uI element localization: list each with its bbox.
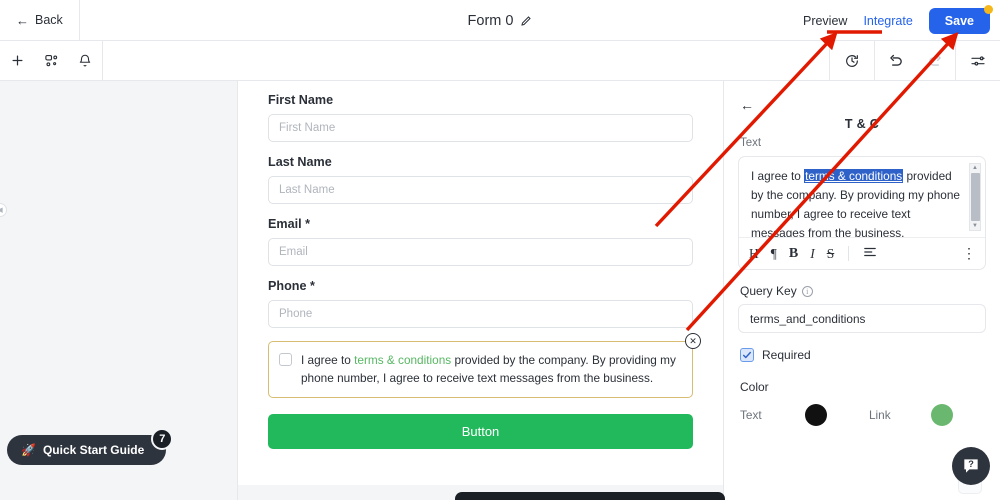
integrate-button[interactable]: Integrate: [863, 14, 912, 28]
more-options-icon[interactable]: ⋮: [962, 246, 976, 261]
help-question-icon[interactable]: ?: [952, 447, 990, 485]
phone-input[interactable]: Phone: [268, 300, 693, 328]
form-settings-icon[interactable]: [956, 41, 1000, 81]
form-field-last-name[interactable]: Last Name Last Name: [268, 155, 693, 204]
rich-text-editor: I agree to terms & conditions provided b…: [738, 156, 986, 270]
color-section-heading: Color: [740, 380, 769, 394]
field-label: Last Name: [268, 155, 332, 169]
input-placeholder: First Name: [279, 122, 336, 134]
link-color-swatch[interactable]: [931, 404, 953, 426]
info-icon[interactable]: i: [801, 285, 813, 297]
field-label: Phone *: [268, 279, 315, 293]
editor-format-toolbar: H ¶ B I S ⋮: [739, 237, 985, 269]
version-history-icon[interactable]: [830, 41, 874, 81]
save-button[interactable]: Save: [928, 4, 993, 34]
form-canvas: First Name First Name Last Name Last Nam…: [238, 81, 723, 485]
workflow-icon[interactable]: [34, 41, 68, 81]
quick-start-guide-button[interactable]: 🚀 Quick Start Guide 7: [7, 428, 174, 465]
save-button-label: Save: [944, 13, 974, 28]
preview-button[interactable]: Preview: [803, 14, 847, 28]
panel-back-icon[interactable]: ←: [740, 97, 754, 113]
notification-bell-icon[interactable]: [68, 41, 102, 81]
form-submit-button[interactable]: Button: [268, 414, 693, 450]
redo-icon[interactable]: [915, 41, 955, 81]
query-key-value: terms_and_conditions: [750, 311, 866, 326]
required-toggle-row[interactable]: Required: [740, 348, 986, 362]
scroll-up-icon[interactable]: ▲: [972, 164, 978, 172]
input-placeholder: Phone: [279, 308, 313, 320]
link-color-label: Link: [869, 408, 891, 422]
first-name-input[interactable]: First Name: [268, 114, 693, 142]
input-placeholder: Email: [279, 246, 308, 258]
panel-title: T & C: [844, 117, 880, 131]
bold-icon[interactable]: B: [789, 246, 798, 261]
required-label: Required: [762, 348, 811, 362]
undo-icon[interactable]: [875, 41, 915, 81]
close-circle-icon[interactable]: ✕: [685, 333, 701, 349]
color-options-row: Text Link: [740, 404, 986, 426]
text-section-label: Text: [740, 137, 762, 149]
toolbar-left-group: [0, 40, 103, 81]
email-input[interactable]: Email: [268, 238, 693, 266]
editor-toolbar: [0, 40, 1000, 81]
form-field-first-name[interactable]: First Name First Name: [268, 93, 693, 142]
editor-scrollbar[interactable]: ▲ ▼: [969, 163, 981, 231]
input-placeholder: Last Name: [279, 184, 335, 196]
text-color-label: Text: [740, 408, 762, 422]
editor-content[interactable]: I agree to terms & conditions provided b…: [751, 167, 963, 237]
toolbar-right-group: [829, 41, 1000, 81]
heading-icon[interactable]: H: [749, 247, 759, 261]
field-label: First Name: [268, 93, 334, 107]
terms-consent-element[interactable]: ✕ I agree to terms & conditions provided…: [268, 333, 701, 399]
required-checkbox[interactable]: [740, 348, 754, 362]
toolbar-divider: [848, 246, 850, 261]
terms-consent-text: I agree to terms & conditions provided b…: [301, 353, 676, 385]
align-left-icon[interactable]: [863, 246, 877, 261]
panel-header: ← T & C: [738, 91, 986, 133]
svg-text:?: ?: [968, 459, 974, 469]
query-key-input[interactable]: terms_and_conditions: [738, 304, 986, 333]
terms-consent-checkbox[interactable]: [279, 353, 292, 366]
element-settings-panel: ← T & C Text I agree to terms & conditio…: [723, 81, 1000, 500]
page-title: Form 0: [467, 12, 514, 29]
add-element-icon[interactable]: [0, 41, 34, 81]
unsaved-changes-indicator: [984, 4, 993, 14]
form-field-email[interactable]: Email * Email: [268, 217, 693, 266]
form-field-phone[interactable]: Phone * Phone: [268, 279, 693, 328]
back-button-label: Back: [35, 13, 63, 27]
terms-conditions-link[interactable]: terms & conditions: [354, 353, 451, 367]
quick-start-guide-label: Quick Start Guide: [42, 443, 145, 457]
scrollbar-thumb[interactable]: [970, 173, 980, 221]
selected-text-range[interactable]: terms & conditions: [804, 169, 904, 183]
required-marker: *: [309, 279, 315, 293]
bottom-preview-bar: [455, 492, 725, 500]
pencil-icon[interactable]: [520, 15, 532, 27]
strikethrough-icon[interactable]: S: [827, 247, 835, 261]
rail-collapse-handle[interactable]: ◀: [0, 203, 7, 217]
scroll-down-icon[interactable]: ▼: [972, 222, 978, 230]
text-color-swatch[interactable]: [805, 404, 827, 426]
top-bar-actions: Preview Integrate Save: [803, 0, 993, 41]
required-marker: *: [305, 217, 311, 231]
last-name-input[interactable]: Last Name: [268, 176, 693, 204]
italic-icon[interactable]: I: [810, 247, 815, 261]
top-bar: ← Back Form 0 Preview Integrate Save: [0, 0, 1000, 41]
field-label: Email *: [268, 217, 311, 231]
query-key-row: Query Key i: [740, 284, 986, 298]
query-key-label: Query Key: [740, 284, 797, 298]
editor-body[interactable]: I agree to terms & conditions provided b…: [739, 157, 985, 237]
paragraph-icon[interactable]: ¶: [771, 247, 777, 261]
back-button[interactable]: ← Back: [0, 0, 80, 41]
arrow-left-icon: ←: [16, 12, 29, 28]
rocket-icon: 🚀: [21, 443, 36, 457]
form-builder-app: ← Back Form 0 Preview Integrate Save Fir…: [0, 0, 1000, 500]
